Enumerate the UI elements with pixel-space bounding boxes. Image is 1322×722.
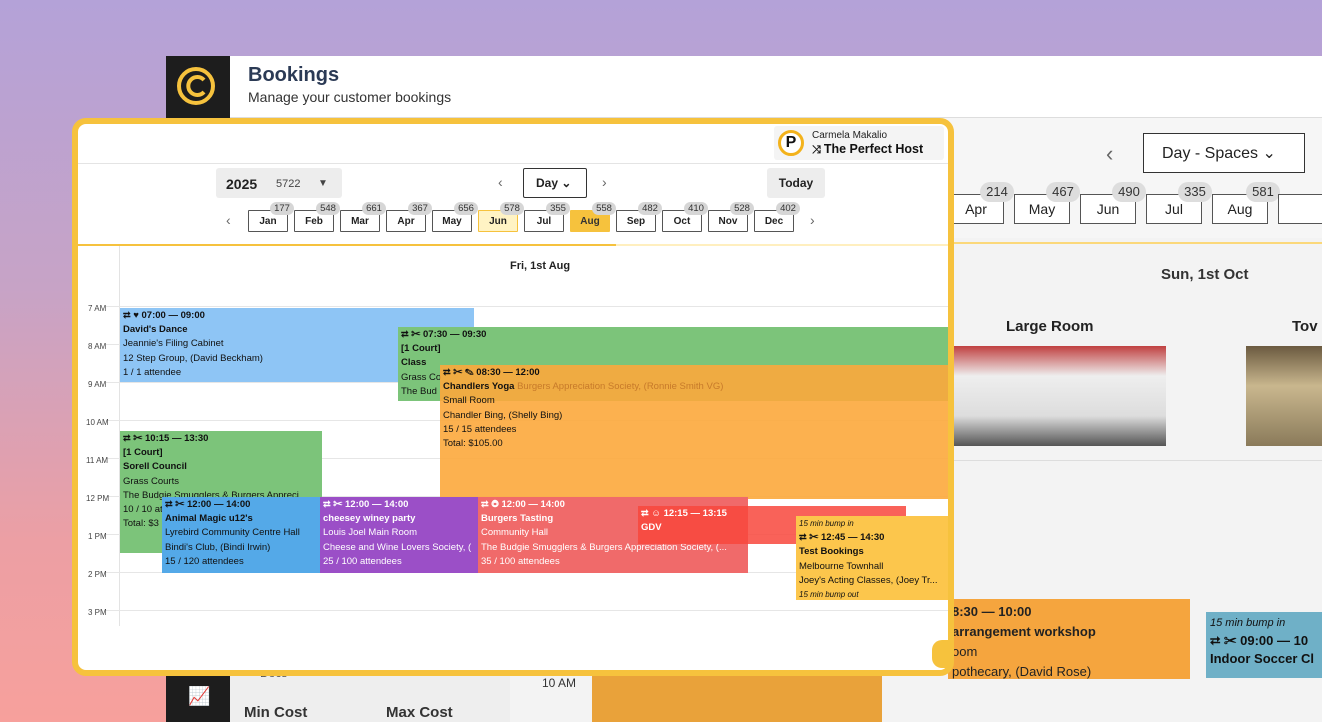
month-badge: 482 (638, 202, 662, 215)
month-badge: 410 (684, 202, 708, 215)
bg-event[interactable]: 8:30 — 10:00 arrangement workshop oom po… (948, 599, 1190, 679)
month-badge: 528 (730, 202, 754, 215)
time-label: 2 PM (88, 570, 107, 579)
max-cost-label: Max Cost (386, 704, 453, 721)
room-label: Tov (1292, 318, 1318, 335)
time-label: 12 PM (86, 494, 110, 503)
month-badge: 402 (776, 202, 800, 215)
month-badge: 548 (316, 202, 340, 215)
prev-month-icon[interactable]: ‹ (226, 212, 231, 228)
view-select[interactable]: Day ⌄ (523, 168, 587, 198)
month-badge: 656 (454, 202, 478, 215)
hour-line (106, 306, 948, 307)
caret-down-icon: ▼ (318, 178, 328, 189)
month-badge: 490 (1112, 182, 1146, 202)
month-badge: 467 (1046, 182, 1080, 202)
brand-name: ⤨ The Perfect Host (812, 142, 924, 156)
month-badge: 661 (362, 202, 386, 215)
card-top-bar: P Carmela Makalio ⤨ The Perfect Host (78, 124, 948, 164)
room-photo (952, 346, 1166, 446)
progress-fill (78, 244, 616, 246)
event-animal-magic[interactable]: ⮂ ✂ 12:00 — 14:00 Animal Magic u12's Lyr… (162, 497, 322, 573)
time-label: 11 AM (86, 456, 109, 465)
bg-event[interactable]: 15 min bump in ⮂ ✂ 09:00 — 10 Indoor Soc… (1206, 612, 1322, 678)
year-count: 5722 (276, 178, 301, 190)
hour-line (106, 610, 948, 611)
room-label: Large Room (1006, 318, 1094, 335)
prev-day-icon[interactable]: ‹ (498, 174, 503, 190)
time-label: 10 AM (86, 418, 109, 427)
brand-user: Carmela Makalio (812, 130, 888, 141)
page-subtitle: Manage your customer bookings (248, 89, 452, 105)
month-badge: 578 (500, 202, 524, 215)
app-logo-icon (177, 67, 215, 105)
month-badge: 335 (1178, 182, 1212, 202)
brand-logo: P (778, 130, 804, 156)
month-badge: 558 (592, 202, 616, 215)
event-chandlers-yoga[interactable]: ⮂ ✂ ✎ 08:30 — 12:00 Chandlers Yoga Burge… (440, 365, 948, 499)
next-day-icon[interactable]: › (602, 174, 607, 190)
room-photo (1246, 346, 1322, 446)
min-cost-label: Min Cost (244, 704, 308, 721)
bg-date-heading: Sun, 1st Oct (1161, 266, 1249, 283)
calendar-card: P Carmela Makalio ⤨ The Perfect Host 2025… (72, 118, 954, 676)
time-label: 3 PM (88, 608, 107, 617)
time-label: 10 AM (542, 676, 577, 690)
page-title: Bookings (248, 64, 340, 86)
time-label: 1 PM (88, 532, 107, 541)
time-label: 9 AM (88, 380, 107, 389)
month-badge: 214 (980, 182, 1014, 202)
resize-handle[interactable] (932, 640, 952, 668)
event-test-bookings[interactable]: 15 min bump in ⮂ ✂ 12:45 — 14:30 Test Bo… (796, 516, 948, 600)
month-badge: 177 (270, 202, 294, 215)
page-header: Bookings Manage your customer bookings (230, 56, 1322, 118)
chart-icon[interactable]: 📈 (188, 686, 210, 707)
brand-badge[interactable]: P Carmela Makalio ⤨ The Perfect Host (774, 126, 944, 160)
today-button[interactable]: Today (767, 168, 825, 198)
month-badge: 355 (546, 202, 570, 215)
year-select[interactable]: 2025 5722 ▼ (216, 168, 342, 198)
prev-arrow-icon[interactable]: ‹ (1106, 141, 1113, 167)
time-label: 8 AM (88, 342, 107, 351)
year-value: 2025 (226, 176, 258, 192)
calendar-date-heading: Fri, 1st Aug (510, 260, 571, 272)
month-button[interactable] (1278, 194, 1322, 224)
month-badge: 367 (408, 202, 432, 215)
shuffle-icon[interactable]: ⤨ (812, 144, 821, 156)
next-month-icon[interactable]: › (810, 212, 815, 228)
view-select[interactable]: Day - Spaces ⌄ (1143, 133, 1305, 173)
month-badge: 581 (1246, 182, 1280, 202)
bg-event[interactable] (592, 676, 882, 722)
event-cheesey-winey[interactable]: ⮂ ✂ 12:00 — 14:00 cheesey winey party Lo… (320, 497, 480, 573)
time-label: 7 AM (88, 304, 107, 313)
bg-grid (898, 460, 1322, 722)
